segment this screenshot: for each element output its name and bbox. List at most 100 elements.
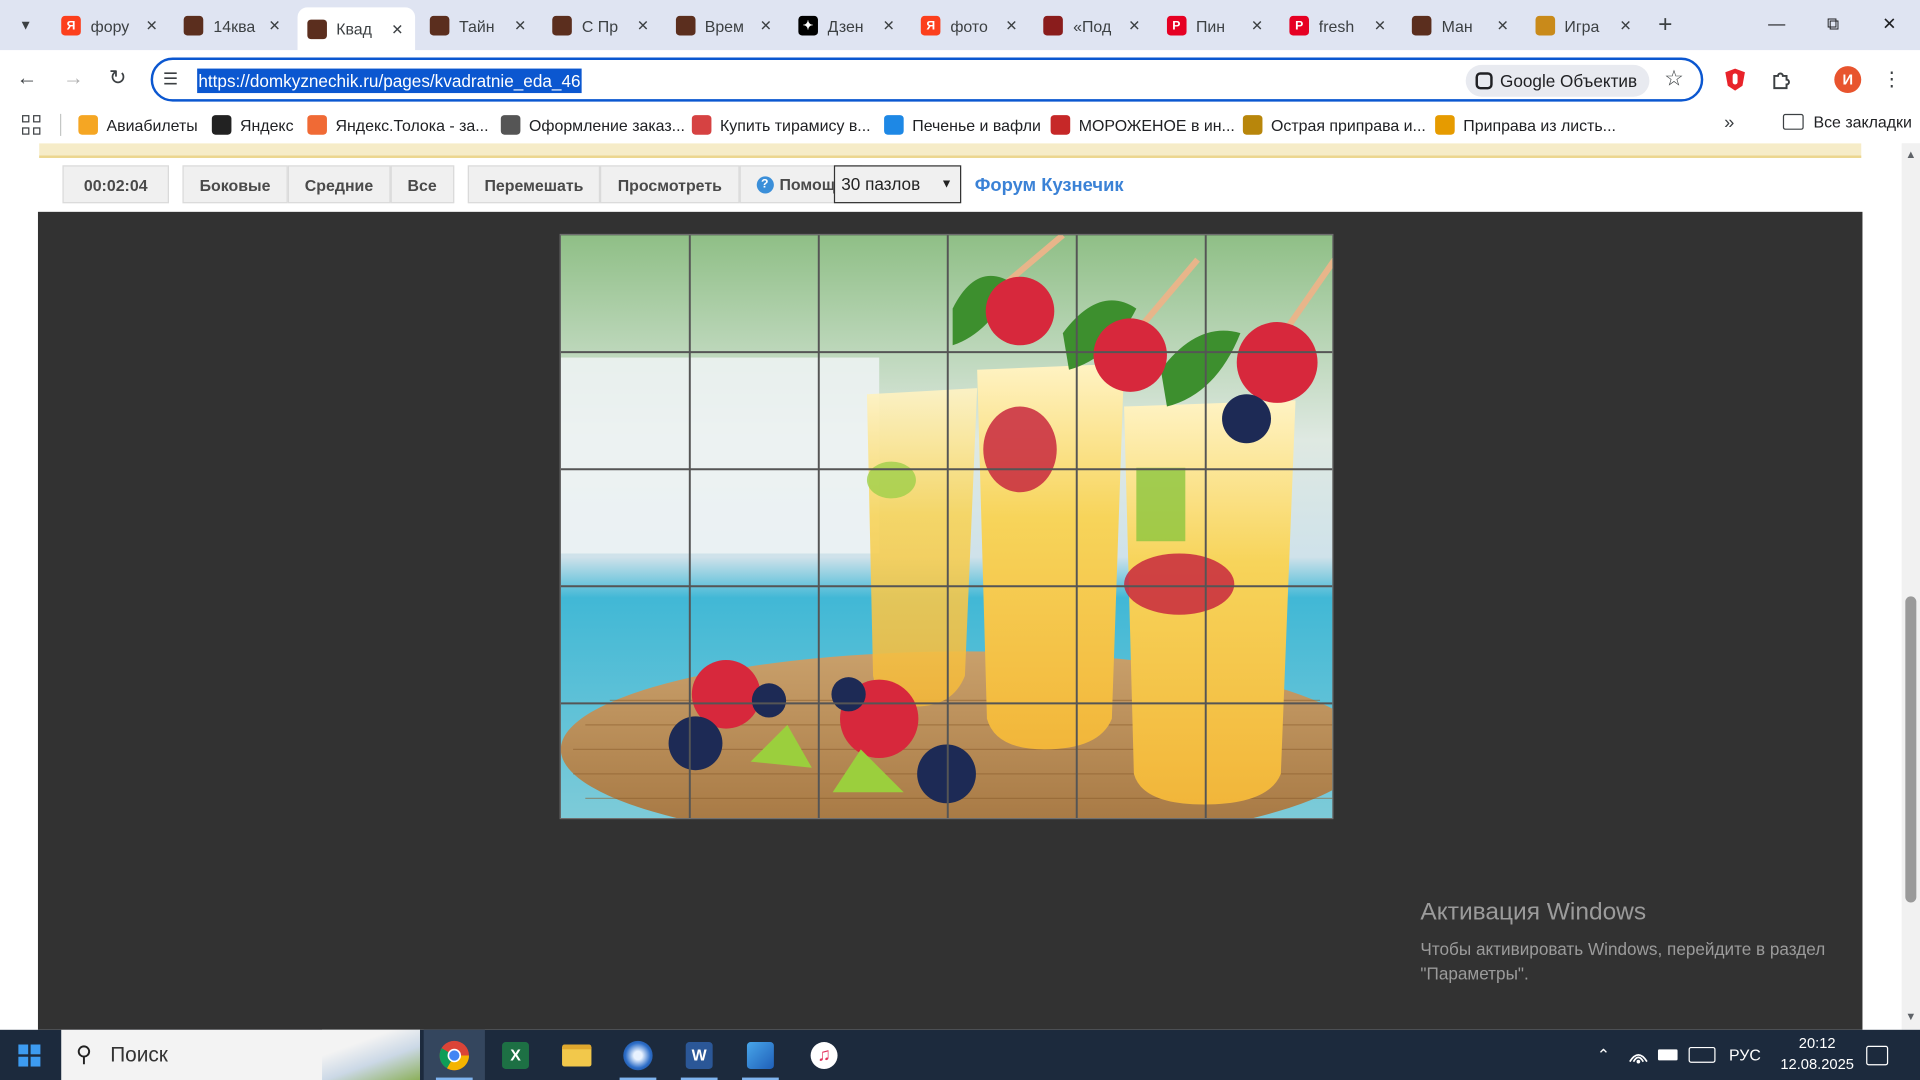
kuznechik-icon bbox=[552, 15, 573, 36]
tab-search-button[interactable]: ▼ bbox=[10, 10, 42, 42]
system-clock[interactable]: 20:12 12.08.2025 bbox=[1773, 1033, 1861, 1075]
browser-tab[interactable]: «Под ✕ bbox=[1034, 7, 1152, 44]
shuffle-button[interactable]: Перемешать bbox=[467, 165, 601, 204]
bookmark-star-icon[interactable]: ☆ bbox=[1664, 66, 1684, 92]
bookmark-item[interactable]: МОРОЖЕНОЕ в ин... bbox=[1050, 113, 1235, 137]
battery-icon[interactable] bbox=[1657, 1030, 1678, 1080]
taskbar-chrome[interactable] bbox=[423, 1029, 485, 1080]
close-tab-icon[interactable]: ✕ bbox=[1493, 17, 1513, 34]
maximize-button[interactable]: ⧉ bbox=[1805, 0, 1861, 47]
browser-tab[interactable]: Игра ✕ bbox=[1525, 7, 1643, 44]
edges-button[interactable]: Боковые bbox=[182, 165, 288, 204]
game-toolbar: 00:02:04 Боковые Средние Все Перемешать … bbox=[62, 165, 863, 204]
close-tab-icon[interactable]: ✕ bbox=[879, 17, 899, 34]
bookmark-item[interactable]: Приправа из листь... bbox=[1435, 113, 1616, 137]
browser-tab[interactable]: Яфору ✕ bbox=[51, 7, 169, 44]
page-scrollbar[interactable]: ▲ ▼ bbox=[1901, 143, 1920, 1030]
close-tab-icon[interactable]: ✕ bbox=[1247, 17, 1267, 34]
browser-tab[interactable]: С Пр ✕ bbox=[543, 7, 661, 44]
bookmark-item[interactable]: Оформление заказ... bbox=[500, 113, 685, 137]
folder-icon bbox=[562, 1043, 592, 1066]
close-tab-icon[interactable]: ✕ bbox=[1370, 17, 1390, 34]
browser-tab[interactable]: P Пин ✕ bbox=[1157, 7, 1275, 44]
lens-label: Google Объектив bbox=[1500, 71, 1638, 91]
taskbar-itunes[interactable]: ♫ bbox=[793, 1030, 854, 1080]
bookmark-label: Яндекс bbox=[240, 115, 294, 135]
bookmark-item[interactable]: Острая приправа и... bbox=[1242, 113, 1426, 137]
site-settings-icon[interactable]: ☰ bbox=[163, 69, 178, 90]
extensions-puzzle-icon[interactable] bbox=[1768, 66, 1795, 93]
bookmark-label: МОРОЖЕНОЕ в ин... bbox=[1078, 115, 1235, 135]
close-tab-icon[interactable]: ✕ bbox=[388, 20, 408, 37]
yandex-icon: Я bbox=[920, 15, 941, 36]
adblock-extension-icon[interactable] bbox=[1722, 66, 1749, 93]
scroll-down-icon[interactable]: ▼ bbox=[1905, 1010, 1916, 1022]
taskbar-word[interactable]: W bbox=[669, 1030, 730, 1080]
address-bar[interactable]: ☰ https://domkyznechik.ru/pages/kvadratn… bbox=[150, 57, 1704, 102]
minimize-button[interactable]: — bbox=[1749, 0, 1805, 47]
language-indicator[interactable]: РУС bbox=[1729, 1030, 1761, 1080]
taskbar-search[interactable]: ⚲ Поиск bbox=[61, 1029, 421, 1080]
taskbar-excel[interactable]: X bbox=[485, 1030, 546, 1080]
new-tab-button[interactable]: + bbox=[1651, 10, 1680, 39]
chrome-icon bbox=[439, 1040, 469, 1070]
windows-logo-icon bbox=[18, 1043, 41, 1066]
dropdown-arrow-icon: ▼ bbox=[940, 177, 953, 192]
piece-count-select[interactable]: 30 пазлов ▼ bbox=[833, 165, 962, 204]
browser-tab[interactable]: ✦ Дзен ✕ bbox=[788, 7, 906, 44]
network-icon[interactable] bbox=[1629, 1030, 1649, 1080]
close-tab-icon[interactable]: ✕ bbox=[1616, 17, 1636, 34]
start-button[interactable] bbox=[0, 1030, 59, 1080]
browser-tab[interactable]: Ман ✕ bbox=[1402, 7, 1520, 44]
keyboard-icon[interactable] bbox=[1688, 1030, 1716, 1080]
notifications-icon[interactable] bbox=[1866, 1030, 1889, 1080]
reload-button[interactable]: ↻ bbox=[102, 62, 134, 94]
all-bookmarks-label: Все закладки bbox=[1813, 112, 1912, 132]
bookmark-item[interactable]: Яндекс bbox=[211, 113, 294, 137]
disc-app-icon bbox=[623, 1040, 653, 1070]
tab-title: Тайн bbox=[459, 16, 495, 35]
browser-tab[interactable]: Pfresh ✕ bbox=[1280, 7, 1398, 44]
preview-button[interactable]: Просмотреть bbox=[600, 165, 740, 204]
pinterest-icon: P bbox=[1166, 15, 1187, 36]
bookmarks-overflow-icon[interactable]: » bbox=[1724, 113, 1734, 134]
close-window-button[interactable]: ✕ bbox=[1861, 0, 1917, 47]
tray-overflow-icon[interactable]: ⌃ bbox=[1597, 1030, 1610, 1080]
close-tab-icon[interactable]: ✕ bbox=[1125, 17, 1145, 34]
profile-avatar[interactable]: И bbox=[1834, 66, 1862, 94]
menu-kebab-icon[interactable]: ⋮ bbox=[1878, 66, 1905, 93]
google-lens-button[interactable]: Google Объектив bbox=[1465, 64, 1650, 97]
bookmark-item[interactable]: Яндекс.Толока - за... bbox=[307, 113, 489, 137]
windows-activation-watermark: Активация Windows Чтобы активировать Win… bbox=[1420, 899, 1861, 986]
browser-tab[interactable]: 14ква ✕ bbox=[174, 7, 292, 44]
close-tab-icon[interactable]: ✕ bbox=[510, 17, 530, 34]
forum-link[interactable]: Форум Кузнечик bbox=[975, 175, 1124, 196]
close-tab-icon[interactable]: ✕ bbox=[633, 17, 653, 34]
middles-button[interactable]: Средние bbox=[287, 165, 391, 204]
apps-grid-icon[interactable] bbox=[22, 115, 42, 135]
close-tab-icon[interactable]: ✕ bbox=[142, 17, 162, 34]
puzzle-image[interactable] bbox=[559, 233, 1334, 820]
close-tab-icon[interactable]: ✕ bbox=[756, 17, 776, 34]
forward-button[interactable]: → bbox=[58, 62, 90, 94]
all-bookmarks-button[interactable]: Все закладки bbox=[1782, 112, 1912, 132]
browser-tab[interactable]: Врем ✕ bbox=[666, 7, 784, 44]
scroll-up-icon[interactable]: ▲ bbox=[1905, 148, 1916, 160]
close-tab-icon[interactable]: ✕ bbox=[1002, 17, 1022, 34]
browser-tab[interactable]: Квад ✕ bbox=[297, 7, 415, 51]
url-text[interactable]: https://domkyznechik.ru/pages/kvadratnie… bbox=[197, 68, 582, 94]
bookmark-favicon-icon bbox=[500, 115, 521, 135]
taskbar-app-disc[interactable] bbox=[607, 1030, 668, 1080]
bookmark-item[interactable]: Авиабилеты bbox=[78, 113, 198, 137]
all-button[interactable]: Все bbox=[390, 165, 454, 204]
bookmark-item[interactable]: Печенье и вафли bbox=[884, 113, 1041, 137]
bookmark-item[interactable]: Купить тирамису в... bbox=[691, 113, 871, 137]
bookmark-label: Оформление заказ... bbox=[528, 115, 685, 135]
taskbar-photos[interactable] bbox=[730, 1030, 791, 1080]
browser-tab[interactable]: Тайн ✕ bbox=[420, 7, 538, 44]
browser-tab[interactable]: Яфото ✕ bbox=[911, 7, 1029, 44]
taskbar-file-explorer[interactable] bbox=[546, 1030, 607, 1080]
back-button[interactable]: ← bbox=[11, 62, 43, 94]
scroll-thumb[interactable] bbox=[1905, 596, 1917, 903]
close-tab-icon[interactable]: ✕ bbox=[265, 17, 285, 34]
